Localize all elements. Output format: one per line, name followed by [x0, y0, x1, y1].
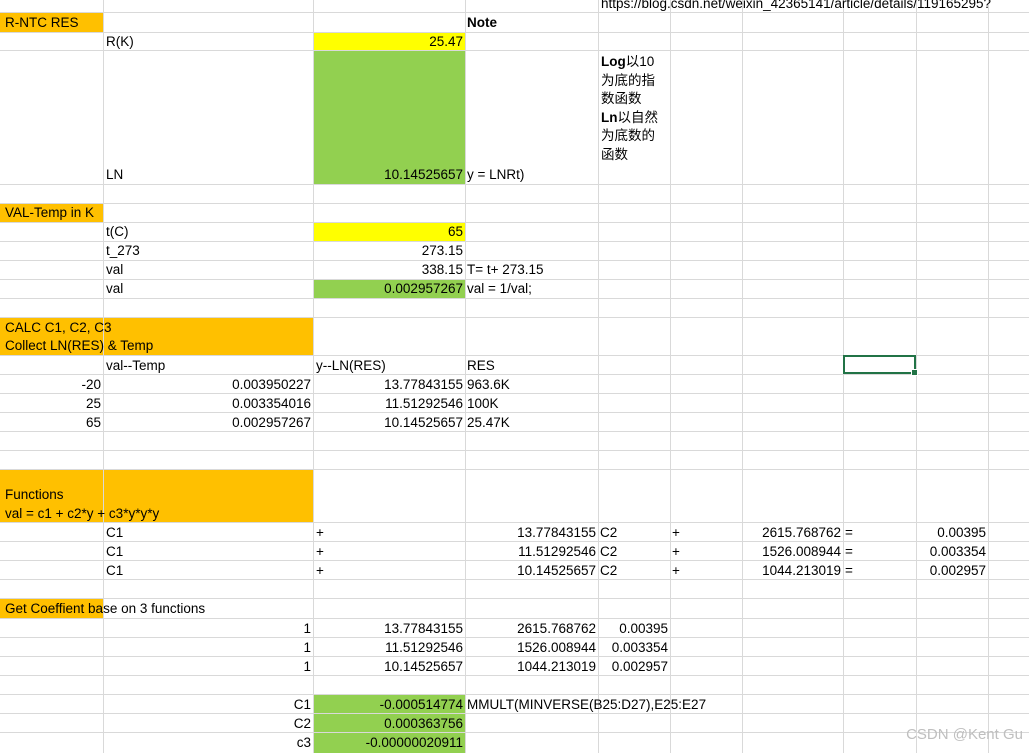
cell-d12[interactable]: RES — [465, 356, 598, 375]
note-line: 为底的指 — [601, 72, 655, 88]
cell-b2[interactable]: R(K) — [104, 32, 313, 51]
cell-c13[interactable]: 13.77843155 — [314, 375, 465, 394]
cell-f20[interactable]: + — [670, 542, 742, 561]
cell-d15[interactable]: 25.47K — [465, 413, 598, 432]
cell-b15[interactable]: 0.002957267 — [104, 413, 313, 432]
cell-e24[interactable]: 0.00395 — [598, 619, 670, 638]
cell-a13[interactable]: -20 — [0, 375, 103, 394]
cell-b9[interactable]: val — [104, 279, 313, 298]
cell-c28[interactable]: -0.000514774 — [314, 695, 465, 714]
cell-h19[interactable]: = — [843, 523, 916, 542]
spreadsheet-grid[interactable]: https://blog.csdn.net/weixin_42365141/ar… — [0, 0, 1029, 753]
cell-e21[interactable]: C2 — [598, 561, 670, 580]
cell-d26[interactable]: 1044.213019 — [465, 657, 598, 676]
cell-b12[interactable]: val--Temp — [104, 356, 313, 375]
cell-a18-line2[interactable]: val = c1 + c2*y + c3*y*y*y — [3, 504, 313, 523]
cell-h21[interactable]: = — [843, 561, 916, 580]
cell-c26[interactable]: 10.14525657 — [314, 657, 465, 676]
cell-d9[interactable]: val = 1/val; — [465, 279, 598, 298]
cell-b26[interactable]: 1 — [104, 657, 313, 676]
cell-a23[interactable]: Get Coeffient base on 3 functions — [3, 599, 303, 618]
note-line: 为底数的 — [601, 128, 655, 143]
cell-b7[interactable]: t_273 — [104, 241, 313, 260]
cell-c12[interactable]: y--LN(RES) — [314, 356, 465, 375]
cell-a15[interactable]: 65 — [0, 413, 103, 432]
cell-c29[interactable]: 0.000363756 — [314, 714, 465, 733]
cell-d3[interactable]: y = LNRt) — [465, 165, 598, 184]
cell-b25[interactable]: 1 — [104, 638, 313, 657]
cell-a18-line1[interactable]: Functions — [3, 485, 313, 504]
active-cell-selection[interactable] — [843, 355, 918, 376]
cell-d20[interactable]: 11.51292546 — [465, 542, 598, 561]
cell-g20[interactable]: 1526.008944 — [742, 542, 843, 561]
cell-b13[interactable]: 0.003950227 — [104, 375, 313, 394]
cell-c2[interactable]: 25.47 — [314, 32, 465, 51]
cell-i19[interactable]: 0.00395 — [916, 523, 988, 542]
cell-a11-line2[interactable]: Collect LN(RES) & Temp — [3, 336, 313, 355]
cell-i20[interactable]: 0.003354 — [916, 542, 988, 561]
note-line: Log以10 — [601, 54, 655, 69]
cell-b14[interactable]: 0.003354016 — [104, 394, 313, 413]
cell-c8[interactable]: 338.15 — [314, 260, 465, 279]
cell-b28[interactable]: C1 — [104, 695, 313, 714]
cell-b8[interactable]: val — [104, 260, 313, 279]
cell-f19[interactable]: + — [670, 523, 742, 542]
cell-a5[interactable]: VAL-Temp in K — [3, 203, 113, 222]
cell-d25[interactable]: 1526.008944 — [465, 638, 598, 657]
cell-a14[interactable]: 25 — [0, 394, 103, 413]
cell-c9[interactable]: 0.002957267 — [314, 279, 465, 298]
cell-d13[interactable]: 963.6K — [465, 375, 598, 394]
cell-b24[interactable]: 1 — [104, 619, 313, 638]
cell-d19[interactable]: 13.77843155 — [465, 523, 598, 542]
cell-e25[interactable]: 0.003354 — [598, 638, 670, 657]
note-line: 数函数 — [601, 91, 642, 106]
cell-f21[interactable]: + — [670, 561, 742, 580]
cell-c24[interactable]: 13.77843155 — [314, 619, 465, 638]
cell-c30[interactable]: -0.00000020911 — [314, 733, 465, 752]
cell-a11-line1[interactable]: CALC C1, C2, C3 — [3, 318, 313, 337]
cell-b29[interactable]: C2 — [104, 714, 313, 733]
cell-c19[interactable]: + — [314, 523, 465, 542]
cell-e20[interactable]: C2 — [598, 542, 670, 561]
cell-e26[interactable]: 0.002957 — [598, 657, 670, 676]
url-text: https://blog.csdn.net/weixin_42365141/ar… — [601, 0, 992, 11]
cell-h20[interactable]: = — [843, 542, 916, 561]
cell-c21[interactable]: + — [314, 561, 465, 580]
fill-handle[interactable] — [911, 369, 918, 376]
cell-c14[interactable]: 11.51292546 — [314, 394, 465, 413]
cell-d21[interactable]: 10.14525657 — [465, 561, 598, 580]
cell-g21[interactable]: 1044.213019 — [742, 561, 843, 580]
cell-c25[interactable]: 11.51292546 — [314, 638, 465, 657]
cell-a1[interactable]: R-NTC RES — [3, 13, 103, 32]
cell-b6[interactable]: t(C) — [104, 222, 313, 241]
note-line: Ln以自然 — [601, 109, 658, 125]
cell-d24[interactable]: 2615.768762 — [465, 619, 598, 638]
watermark-text: CSDN @Kent Gu — [906, 726, 1023, 743]
cell-i21[interactable]: 0.002957 — [916, 561, 988, 580]
cell-c7[interactable]: 273.15 — [314, 241, 465, 260]
cell-b21[interactable]: C1 — [104, 561, 313, 580]
cell-d28[interactable]: MMULT(MINVERSE(B25:D27),E25:E27 — [465, 695, 735, 714]
cell-d14[interactable]: 100K — [465, 394, 598, 413]
cell-c15[interactable]: 10.14525657 — [314, 413, 465, 432]
cell-b3[interactable]: LN — [104, 165, 313, 184]
cell-c20[interactable]: + — [314, 542, 465, 561]
cell-b19[interactable]: C1 — [104, 523, 313, 542]
cell-b30[interactable]: c3 — [104, 733, 313, 752]
cell-c6[interactable]: 65 — [314, 222, 465, 241]
note-line: 函数 — [601, 146, 628, 162]
cell-d8[interactable]: T= t+ 273.15 — [465, 260, 598, 279]
note-text: Log以10 为底的指 数函数 Ln以自然 为底数的 函数 — [601, 53, 669, 164]
cell-b20[interactable]: C1 — [104, 542, 313, 561]
cell-g19[interactable]: 2615.768762 — [742, 523, 843, 542]
note-header: Note — [467, 15, 497, 30]
cell-e19[interactable]: C2 — [598, 523, 670, 542]
cell-c3[interactable]: 10.14525657 — [314, 165, 465, 184]
